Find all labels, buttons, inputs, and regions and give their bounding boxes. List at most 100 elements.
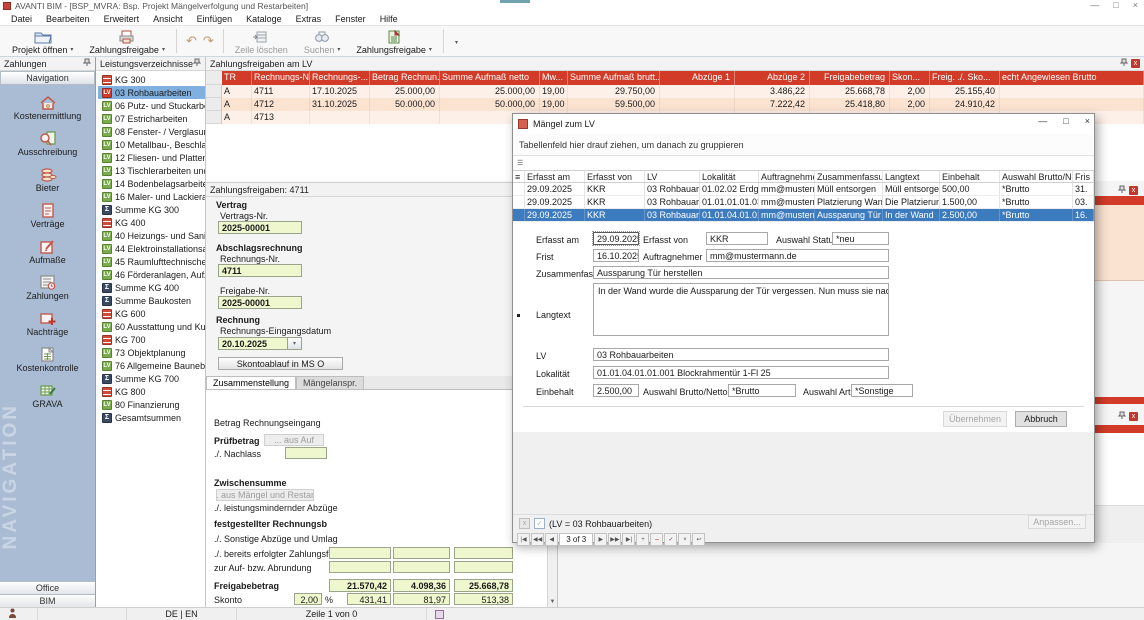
chevron-down-icon[interactable]: ▾ <box>337 46 340 53</box>
column-header[interactable]: Auswahl Brutto/Netto <box>1000 171 1073 182</box>
tree-item[interactable]: 03 Rohbauarbeiten <box>98 86 205 99</box>
nachlass-field[interactable] <box>285 447 327 459</box>
uebernehmen-button[interactable]: Übernehmen <box>943 411 1007 427</box>
row-selector[interactable] <box>206 98 222 111</box>
skontoablauf-button[interactable]: Skontoablauf in MS O <box>218 357 343 370</box>
delete-row-button[interactable]: Zeile löschen <box>227 26 296 56</box>
column-header[interactable]: Betrag Rechnun... <box>370 71 440 85</box>
sidebar-item-aufmasse[interactable]: Aufmaße <box>0 238 95 274</box>
skonto-pct-field[interactable]: 2,00 <box>294 593 322 605</box>
aus-aufmass-button[interactable]: ... aus Auf <box>264 434 324 446</box>
column-header[interactable]: Freigabebetrag <box>810 71 890 85</box>
auswahl-art-input[interactable]: *Sonstige <box>851 384 913 397</box>
lv-input[interactable]: 03 Rohbauarbeiten <box>593 348 889 361</box>
scroll-down-icon[interactable]: ▼ <box>548 597 557 607</box>
menu-erweitert[interactable]: Erweitert <box>97 14 147 24</box>
chevron-down-icon[interactable]: ▾ <box>70 46 73 53</box>
dialog-minimize-button[interactable]: — <box>1038 116 1047 126</box>
nav-refresh-icon[interactable]: ↩ <box>692 533 705 546</box>
undo-icon[interactable]: ↶ <box>186 33 197 49</box>
tab-zusammenstellung[interactable]: Zusammenstellung <box>206 376 296 389</box>
menu-kataloge[interactable]: Kataloge <box>239 14 289 24</box>
row-selector[interactable] <box>206 85 222 98</box>
column-header[interactable]: LV <box>645 171 700 182</box>
sidebar-item-vertraege[interactable]: Verträge <box>0 202 95 238</box>
redo-icon[interactable]: ↷ <box>203 33 214 49</box>
tree-item[interactable]: 80 Finanzierung <box>98 398 205 411</box>
column-header[interactable]: Langtext <box>883 171 940 182</box>
menu-extras[interactable]: Extras <box>289 14 329 24</box>
column-chooser-icon[interactable]: ☰ <box>517 160 527 168</box>
pin-icon[interactable] <box>1118 185 1126 196</box>
minimize-button[interactable]: — <box>1090 0 1099 10</box>
column-header[interactable]: Einbehalt <box>940 171 1000 182</box>
tree-item[interactable]: 44 Elektroinstallationsarbeit <box>98 242 205 255</box>
bereits-field-1[interactable] <box>329 547 391 559</box>
tree-item[interactable]: KG 600 <box>98 307 205 320</box>
tree-item[interactable]: KG 800 <box>98 385 205 398</box>
nav-prev-page-icon[interactable]: ◀◀ <box>531 533 544 546</box>
nav-append-icon[interactable]: + <box>636 533 649 546</box>
column-header[interactable]: Summe Aufmaß brutt... <box>568 71 660 85</box>
tree-item[interactable]: 06 Putz- und Stuckarbeiten, <box>98 99 205 112</box>
abrundung-field-3[interactable] <box>454 561 513 573</box>
tree-item[interactable]: 60 Ausstattung und Kunstw <box>98 320 205 333</box>
column-header[interactable]: Zusammenfassung <box>815 171 883 182</box>
erfasst-am-input[interactable]: 29.09.2025 <box>593 232 639 245</box>
einbehalt-input[interactable]: 2.500,00 <box>593 384 639 397</box>
zusammenfassung-input[interactable]: Aussparung Tür herstellen <box>593 266 889 279</box>
tree-item[interactable]: Summe Baukosten <box>98 294 205 307</box>
maximize-button[interactable]: □ <box>1113 0 1118 10</box>
nav-prev-icon[interactable]: ◀ <box>545 533 558 546</box>
column-header[interactable]: Summe Aufmaß netto <box>440 71 540 85</box>
tree-item[interactable]: 10 Metallbau-, Beschlag- un <box>98 138 205 151</box>
menu-hilfe[interactable]: Hilfe <box>373 14 405 24</box>
chevron-down-icon[interactable]: ▾ <box>162 46 165 53</box>
eingangsdatum-dropdown[interactable]: ▾ <box>288 337 302 350</box>
langtext-input[interactable]: In der Wand wurde die Aussparung der Tür… <box>593 283 889 336</box>
pin-icon[interactable] <box>83 58 91 69</box>
sidebar-item-bieter[interactable]: Bieter <box>0 166 95 202</box>
tree-item[interactable]: KG 400 <box>98 216 205 229</box>
column-header[interactable]: Fris <box>1073 171 1094 182</box>
erfasst-von-input[interactable]: KKR <box>706 232 768 245</box>
column-header[interactable]: TR <box>222 71 252 85</box>
auftragnehmer-input[interactable]: mm@mustermann.de <box>706 249 889 262</box>
auswahl-brutto-netto-input[interactable]: *Brutto <box>728 384 796 397</box>
lokalitaet-input[interactable]: 01.01.04.01.01.001 Blockrahmentür 1-Fl 2… <box>593 366 889 379</box>
chevron-down-icon[interactable]: ▾ <box>429 46 432 53</box>
sidebar-item-kostenermittlung[interactable]: Kostenermittlung <box>0 94 95 130</box>
tree-item[interactable]: 73 Objektplanung <box>98 346 205 359</box>
tab-office[interactable]: Office <box>0 581 95 594</box>
tree-item[interactable]: Gesamtsummen <box>98 411 205 424</box>
maengel-row[interactable]: 29.09.2025 KKR 03 Rohbauarbeiten 01.02.0… <box>513 183 1094 196</box>
nav-last-icon[interactable]: ▶| <box>622 533 635 546</box>
column-header[interactable]: Abzüge 2 <box>735 71 810 85</box>
close-panel-icon[interactable]: x <box>1129 186 1138 195</box>
anpassen-button[interactable]: Anpassen... <box>1028 515 1086 529</box>
table-row[interactable]: A 4712 31.10.2025 50.000,00 50.000,00 19… <box>206 98 1144 111</box>
open-project-button[interactable]: Projekt öffnen▾ <box>4 26 81 56</box>
filter-close-icon[interactable]: x <box>519 518 530 529</box>
vertrags-nr-field[interactable]: 2025-00001 <box>218 221 302 234</box>
close-panel-icon[interactable]: x <box>1131 59 1140 68</box>
aus-maengel-button[interactable]: ... aus Mängel und Restarb <box>216 489 314 501</box>
column-header[interactable]: Rechnungs-N... <box>252 71 310 85</box>
pin-icon[interactable] <box>193 58 201 69</box>
abrundung-field-1[interactable] <box>329 561 391 573</box>
search-button[interactable]: Suchen▾ <box>296 26 349 56</box>
table-row[interactable]: A 4711 17.10.2025 25.000,00 25.000,00 19… <box>206 85 1144 98</box>
tree-item[interactable]: 16 Maler- und Lackierarbeit <box>98 190 205 203</box>
close-button[interactable]: × <box>1133 0 1138 10</box>
abbruch-button[interactable]: Abbruch <box>1015 411 1067 427</box>
pin-icon[interactable] <box>1118 411 1126 422</box>
column-header[interactable]: Lokalität <box>700 171 759 182</box>
rechnungs-nr-field[interactable]: 4711 <box>218 264 302 277</box>
close-panel-icon[interactable]: x <box>1129 412 1138 421</box>
column-header[interactable]: Mw... <box>540 71 568 85</box>
tree-item[interactable]: 14 Bodenbelagsarbeiten <box>98 177 205 190</box>
tree-item[interactable]: Summe KG 400 <box>98 281 205 294</box>
tree-item[interactable]: 08 Fenster- / Verglasungs- / <box>98 125 205 138</box>
filter-checkbox[interactable]: ✓ <box>534 518 545 529</box>
sidebar-item-kostenkontrolle[interactable]: Kostenkontrolle <box>0 346 95 382</box>
